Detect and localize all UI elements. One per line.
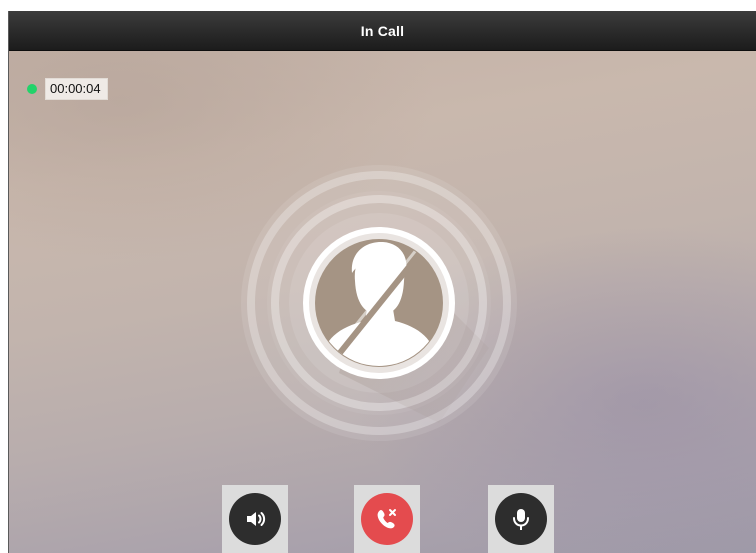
call-stage: 00:00:04 — [9, 51, 756, 553]
call-duration: 00:00:04 — [45, 78, 108, 100]
title-bar: In Call — [9, 11, 756, 51]
microphone-button-circle[interactable] — [495, 493, 547, 545]
hang-up-button[interactable] — [354, 485, 420, 553]
microphone-button[interactable] — [488, 485, 554, 553]
microphone-icon — [513, 509, 529, 530]
user-avatar-muted-icon — [241, 165, 517, 441]
hang-up-button-circle[interactable] — [361, 493, 413, 545]
caller-avatar — [239, 163, 519, 443]
window-title: In Call — [360, 22, 405, 39]
status-indicator-dot — [27, 84, 37, 94]
phone-hangup-icon — [377, 509, 396, 529]
speaker-icon — [247, 512, 266, 526]
speaker-button[interactable] — [222, 485, 288, 553]
speaker-button-circle[interactable] — [229, 493, 281, 545]
call-controls — [9, 485, 756, 553]
call-window: In Call 00:00:04 — [8, 11, 756, 553]
call-timer: 00:00:04 — [27, 78, 108, 100]
